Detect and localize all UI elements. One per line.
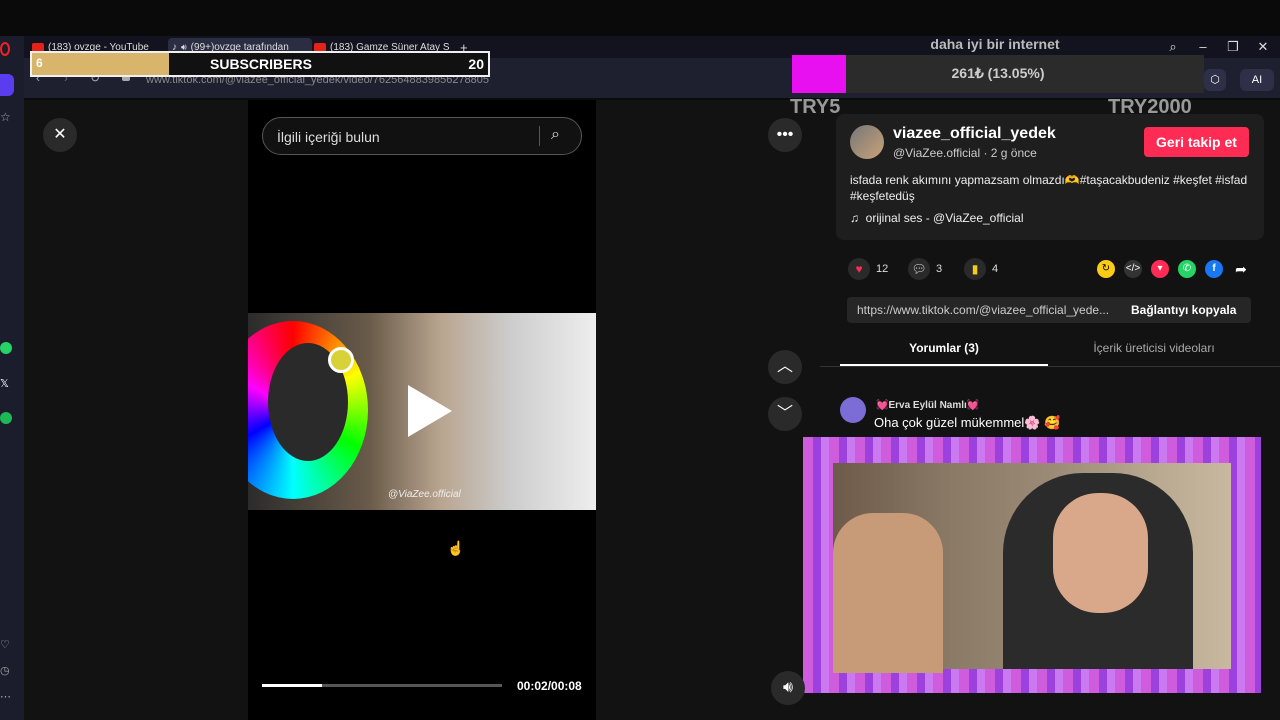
video-time: 00:02/00:08 — [517, 679, 582, 693]
minimize-icon[interactable]: – — [1194, 38, 1212, 56]
bookmark-icon: ▮ — [964, 258, 986, 280]
video-watermark: @ViaZee.official — [388, 489, 461, 500]
spotify-icon[interactable] — [0, 412, 12, 424]
heart-icon: ♥ — [848, 258, 870, 280]
heart-icon[interactable]: ♡ — [0, 638, 10, 651]
comment-author[interactable]: 💓Erva Eylül Namlı💓 — [876, 400, 979, 411]
post-music[interactable]: ♫ orijinal ses - @ViaZee_official — [850, 211, 1023, 225]
video-progress-fill — [262, 684, 322, 687]
subscribers-goal: 20 — [468, 56, 484, 72]
subscribers-goal-bar: 6 SUBSCRIBERS 20 — [30, 51, 490, 77]
tabs-divider — [820, 366, 1280, 367]
send-icon[interactable]: ▾ — [1151, 260, 1169, 278]
music-label: orijinal ses - @ViaZee_official — [865, 211, 1024, 225]
video-frame[interactable]: @ViaZee.official — [248, 313, 596, 510]
video-progress-bar[interactable] — [262, 684, 502, 687]
save-count: 4 — [992, 263, 999, 275]
more-icon[interactable]: ⋯ — [0, 690, 11, 703]
post-description: isfada renk akımını yapmazsam olmazdı🫶#t… — [850, 173, 1248, 203]
whatsapp-icon[interactable] — [0, 342, 12, 354]
tab-comments[interactable]: Yorumlar (3) — [840, 341, 1048, 355]
home-icon[interactable] — [0, 74, 14, 96]
volume-icon[interactable]: 🔊︎ — [771, 671, 805, 705]
link-copy-box: https://www.tiktok.com/@viazee_official_… — [847, 297, 1251, 323]
extension-icon[interactable]: ⬡ — [1204, 69, 1226, 91]
post-link-url[interactable]: https://www.tiktok.com/@viazee_official_… — [857, 303, 1117, 317]
maximize-icon[interactable]: ❐ — [1224, 38, 1242, 56]
previous-video-icon[interactable]: ︿ — [768, 350, 802, 384]
avatar[interactable] — [850, 125, 884, 159]
webcam-person-left — [833, 513, 943, 673]
x-icon[interactable]: 𝕏 — [0, 377, 9, 390]
comment-count: 3 — [936, 263, 943, 275]
webcam-person-face — [1053, 493, 1148, 613]
search-icon[interactable]: ⌕ — [551, 126, 560, 144]
close-icon[interactable]: ✕ — [43, 118, 77, 152]
play-icon[interactable] — [408, 385, 452, 437]
opera-logo-icon — [0, 42, 10, 56]
facebook-icon[interactable]: f — [1205, 260, 1223, 278]
like-count: 12 — [876, 263, 889, 275]
copy-link-button[interactable]: Bağlantıyı kopyala — [1131, 303, 1236, 317]
music-note-icon: ♫ — [850, 211, 859, 225]
like-button[interactable]: ♥ 12 — [848, 258, 888, 280]
search-icon[interactable]: ⌕ — [1164, 38, 1182, 56]
embed-icon[interactable]: </> — [1124, 260, 1142, 278]
ai-button[interactable]: AI — [1240, 69, 1274, 91]
search-placeholder: İlgili içeriği bulun — [277, 129, 380, 145]
comment-text: Oha çok güzel mükemmel🌸 🥰 — [874, 415, 1061, 430]
search-divider — [539, 126, 540, 146]
search-input[interactable]: İlgili içeriği bulun ⌕ — [262, 117, 582, 155]
history-icon[interactable]: ◷ — [0, 664, 10, 677]
webcam-video — [833, 463, 1231, 673]
whatsapp-share-icon[interactable]: ✆ — [1178, 260, 1196, 278]
star-icon[interactable]: ☆ — [0, 110, 11, 124]
webcam-frame — [803, 437, 1261, 693]
comment-icon: 💬︎ — [908, 258, 930, 280]
next-video-icon[interactable]: ﹀ — [768, 397, 802, 431]
donation-goal-bar: 261₺ (13.05%) — [792, 55, 1204, 93]
cursor-icon: ☝ — [447, 540, 465, 556]
close-window-icon[interactable]: ✕ — [1254, 38, 1272, 56]
subscribers-current: 6 — [36, 56, 43, 70]
post-handle: @ViaZee.official · 2 g önce — [893, 146, 1037, 160]
follow-back-button[interactable]: Geri takip et — [1144, 127, 1249, 157]
subscribers-label: SUBSCRIBERS — [210, 56, 312, 72]
donation-start-label: TRY5 — [790, 96, 841, 118]
more-options-icon[interactable]: ••• — [768, 118, 802, 152]
ai-label: AI — [1251, 74, 1263, 86]
color-picker-knob — [328, 347, 354, 373]
window-top-bar — [0, 0, 1280, 36]
donation-title: daha iyi bir internet — [930, 36, 1060, 52]
post-username[interactable]: viazee_official_yedek — [893, 125, 1056, 143]
donation-amount: 261₺ (13.05%) — [951, 65, 1045, 81]
comment-avatar[interactable] — [840, 397, 866, 423]
donation-goal-label: TRY2000 — [1108, 96, 1192, 118]
share-arrow-icon[interactable]: ➦ — [1232, 260, 1250, 278]
subscribers-progress-fill — [32, 53, 169, 75]
save-button[interactable]: ▮ 4 — [964, 258, 998, 280]
sidebar-rail: ☆ 𝕏 ♡ ◷ ⋯ — [0, 36, 24, 720]
comment-button[interactable]: 💬︎ 3 — [908, 258, 942, 280]
tab-creator-videos[interactable]: İçerik üreticisi videoları — [1050, 341, 1258, 355]
repost-icon[interactable]: ↻ — [1097, 260, 1115, 278]
